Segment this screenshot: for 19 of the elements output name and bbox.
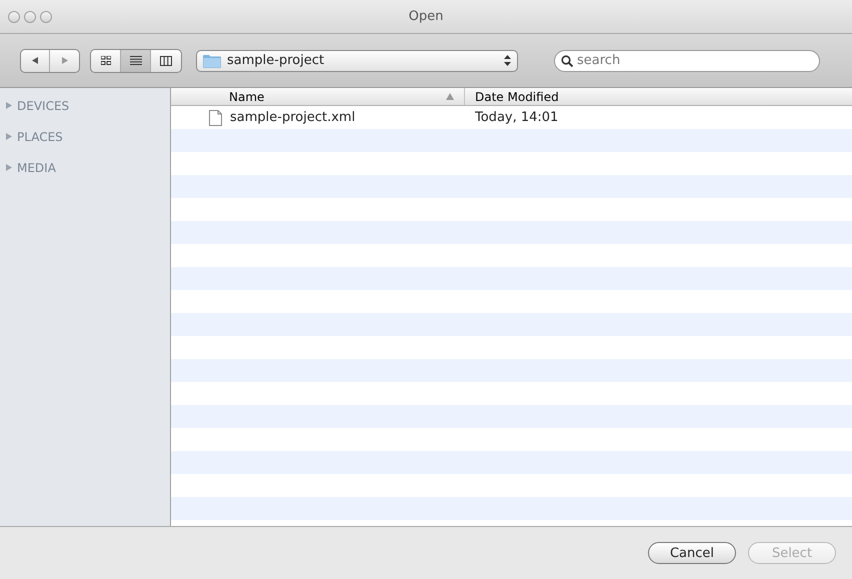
column-view-icon <box>160 56 172 66</box>
location-dropdown[interactable]: sample-project <box>196 50 518 72</box>
dialog-button[interactable]: Cancel <box>648 542 736 564</box>
window-title: Open <box>408 9 444 24</box>
view-mode-button[interactable] <box>121 50 151 72</box>
folder-icon <box>203 54 221 68</box>
icon-view-icon <box>100 56 110 65</box>
document-icon <box>209 110 222 126</box>
back-icon <box>32 57 38 64</box>
stepper-icon <box>504 55 511 66</box>
forward-icon <box>62 57 68 64</box>
file-row[interactable]: sample-project.xml Today, 14:01 <box>171 106 852 129</box>
file-name: sample-project.xml <box>230 110 356 125</box>
date-modified: Today, 14:01 <box>474 110 558 125</box>
search-icon <box>561 54 573 66</box>
search-field[interactable]: search <box>554 50 820 72</box>
column-header[interactable]: Name <box>171 88 465 105</box>
column-header[interactable]: Date Modified <box>465 88 852 105</box>
list-view-icon <box>130 56 142 65</box>
